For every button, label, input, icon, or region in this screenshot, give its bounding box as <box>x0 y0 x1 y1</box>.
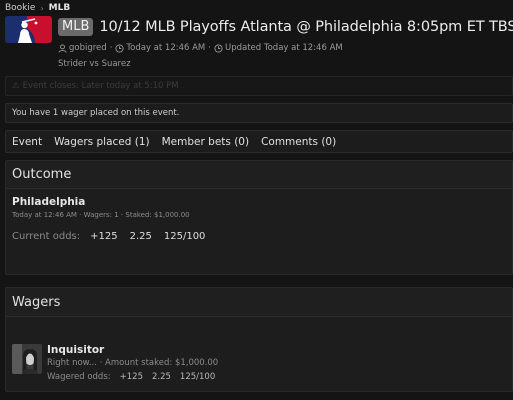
event-subtitle: Strider vs Suarez <box>58 59 131 69</box>
breadcrumb: Bookie › MLB <box>5 3 70 13</box>
outcome-meta: Today at 12:46 AM · Wagers: 1 · Staked: … <box>12 211 190 219</box>
wagered-odds-label: Wagered odds: <box>47 372 111 382</box>
wagered-odds-decimal: 2.25 <box>151 372 171 382</box>
tab-comments[interactable]: Comments (0) <box>261 136 336 148</box>
event-title-text: 10/12 MLB Playoffs Atlanta @ Philadelphi… <box>99 19 513 35</box>
tab-member-bets[interactable]: Member bets (0) <box>162 136 249 148</box>
wager-username[interactable]: Inquisitor <box>47 344 104 356</box>
wager-count-notice: You have 1 wager placed on this event. <box>5 103 513 123</box>
breadcrumb-item-bookie[interactable]: Bookie <box>5 3 35 13</box>
event-closes-notice: ⚠ Event closes: Later today at 5:10 PM <box>5 76 513 96</box>
outcome-name[interactable]: Philadelphia <box>12 196 85 208</box>
chevron-right-icon: › <box>40 3 44 13</box>
user-icon <box>58 43 67 53</box>
wagered-odds: Wagered odds: +125 2.25 125/100 <box>47 372 215 382</box>
outcome-heading: Outcome <box>6 161 512 189</box>
odds-decimal: 2.25 <box>129 231 152 242</box>
updated-time: Updated Today at 12:46 AM <box>224 43 343 53</box>
avatar[interactable] <box>12 344 42 374</box>
wagered-odds-fractional: 125/100 <box>179 372 216 382</box>
mlb-logo <box>5 16 52 43</box>
event-title: MLB 10/12 MLB Playoffs Atlanta @ Philade… <box>58 18 513 36</box>
posted-time[interactable]: Today at 12:46 AM <box>126 43 205 53</box>
event-meta: gobigred · Today at 12:46 AM · Updated T… <box>58 43 343 53</box>
event-tabs: Event Wagers placed (1) Member bets (0) … <box>5 130 513 153</box>
author-link[interactable]: gobigred <box>69 43 107 53</box>
wager-details: Right now... · Amount staked: $1,000.00 <box>47 358 219 368</box>
event-closes-text: Event closes: Later today at 5:10 PM <box>22 81 179 91</box>
tab-event[interactable]: Event <box>12 136 42 148</box>
warning-icon: ⚠ <box>12 81 20 91</box>
wagers-heading: Wagers <box>6 288 512 317</box>
odds-label: Current odds: <box>12 231 81 242</box>
league-badge: MLB <box>58 18 94 36</box>
odds-fractional: 125/100 <box>163 231 206 242</box>
current-odds: Current odds: +125 2.25 125/100 <box>12 231 217 242</box>
odds-american: +125 <box>90 231 118 242</box>
tab-wagers-placed[interactable]: Wagers placed (1) <box>54 136 150 148</box>
clock-icon <box>214 43 223 53</box>
wagered-odds-american: +125 <box>119 372 143 382</box>
clock-icon <box>115 43 124 53</box>
breadcrumb-item-mlb[interactable]: MLB <box>49 3 71 13</box>
